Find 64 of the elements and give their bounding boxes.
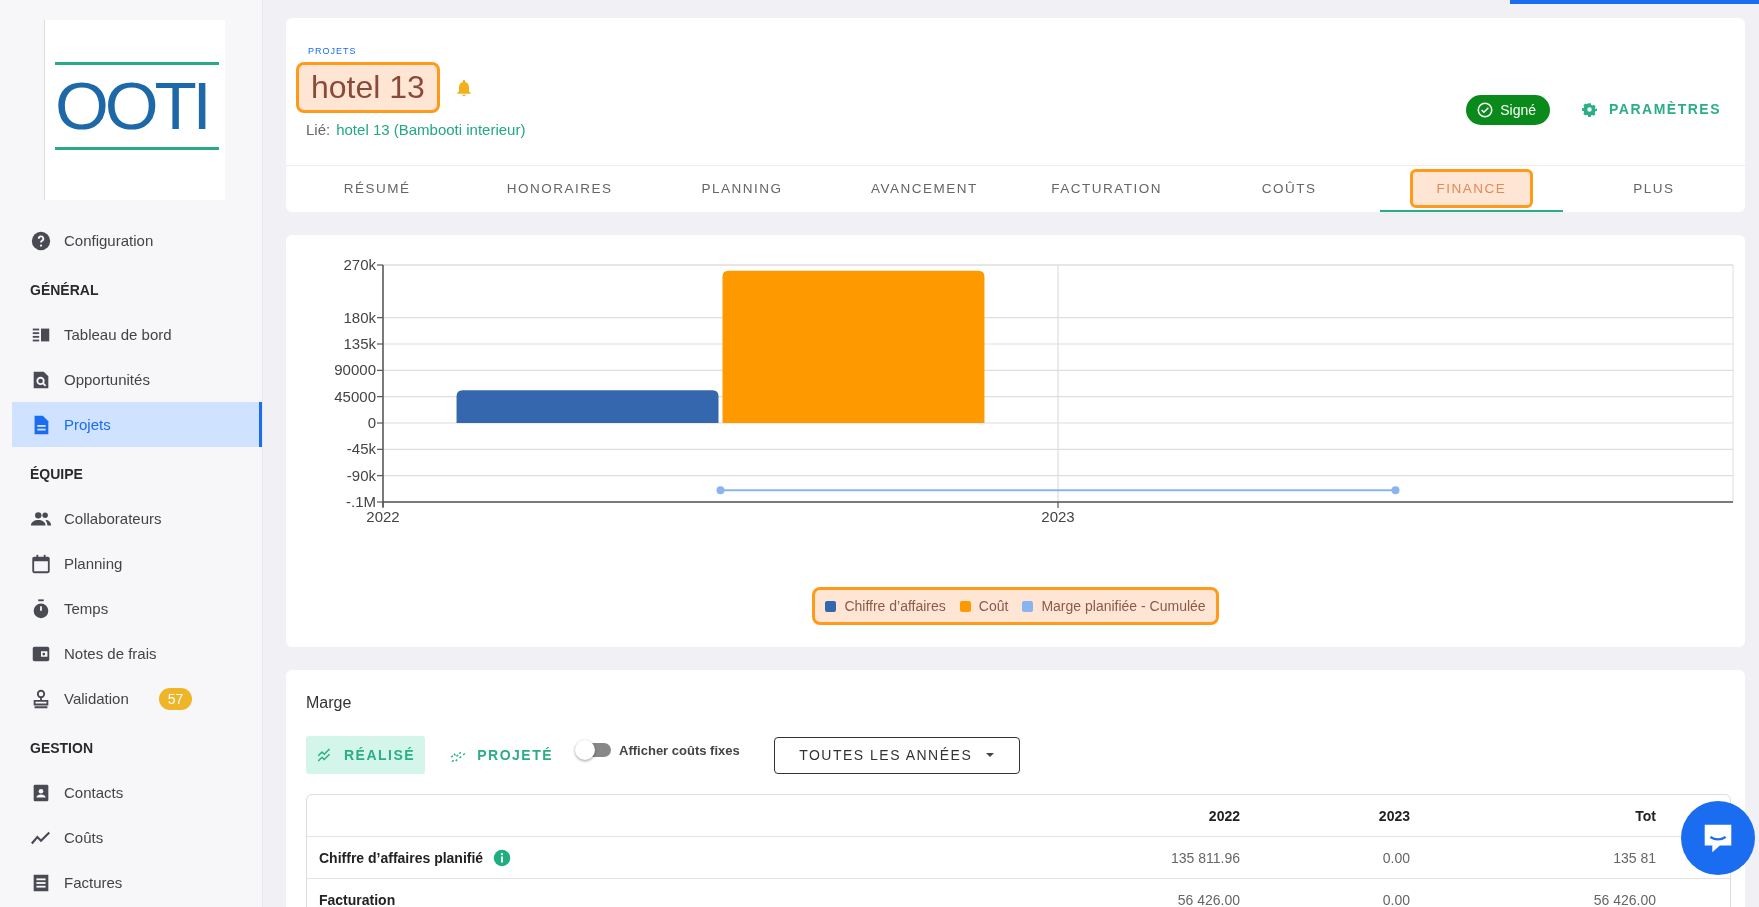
sidebar-item[interactable]: Notes de frais (12, 631, 262, 676)
y-tick-label: 90000 (333, 361, 376, 379)
sidebar-item[interactable]: Planning (12, 541, 262, 586)
section-heading: GESTION (29, 738, 94, 758)
tab[interactable]: PLUS (1562, 166, 1745, 212)
y-tick-label: -45k (346, 440, 376, 458)
year-dropdown[interactable]: TOUTES LES ANNÉES (773, 736, 1020, 774)
sidebar-item[interactable]: Validation 57 (12, 676, 262, 721)
sidebar-item[interactable]: Contacts (12, 770, 262, 815)
sidebar-item[interactable]: Opportunités (12, 357, 262, 402)
check-circle-icon (1476, 101, 1495, 119)
tab[interactable]: RÉSUMÉ (286, 166, 469, 212)
help-icon (30, 229, 52, 252)
y-tick-label: -.1M (345, 493, 376, 510)
logo: OOTI (44, 20, 225, 200)
project-title: hotel 13 (296, 62, 440, 113)
info-icon[interactable] (493, 848, 512, 867)
legend-label[interactable]: Chiffre d’affaires (844, 598, 946, 614)
tab[interactable]: PLANNING (650, 166, 834, 212)
tab[interactable]: FACTURATION (1015, 166, 1198, 212)
section-heading: ÉQUIPE (29, 464, 84, 484)
y-tick-label: 135k (342, 335, 376, 352)
gear-icon (1582, 101, 1598, 117)
y-tick-label: 180k (342, 308, 376, 326)
sidebar-item[interactable]: Collaborateurs (12, 496, 262, 541)
sidebar-item[interactable]: Factures (12, 860, 262, 905)
x-tick-label: 2023 (1040, 508, 1075, 525)
sidebar-item[interactable]: Tableau de bord (12, 312, 262, 357)
legend-label[interactable]: Marge planifiée - Cumulée (1041, 598, 1206, 614)
section-title: Marge (306, 694, 353, 712)
y-tick-label: -90k (346, 466, 376, 484)
sidebar-item[interactable]: Configuration (12, 218, 262, 263)
tab[interactable]: AVANCEMENT (833, 166, 1016, 212)
row-label: Chiffre d’affaires planifié (319, 849, 484, 866)
section-heading: GÉNÉRAL (29, 280, 100, 300)
column-header: 2023 (1377, 807, 1411, 824)
y-tick-label: 45000 (333, 387, 376, 405)
tab[interactable]: COÛTS (1197, 166, 1381, 212)
column-header: 2022 (1207, 807, 1241, 824)
caret-icon (986, 752, 995, 758)
table-cell-text: 0.00 (1381, 891, 1411, 907)
linked-project-link[interactable]: hotel 13 (Bambooti interieur) (336, 121, 526, 138)
calendar-icon (30, 552, 52, 575)
linked-label: Lié: (306, 121, 331, 138)
table-cell-text: 56 426.00 (1592, 891, 1657, 907)
table-cell-text: 135 81 (1612, 849, 1657, 866)
sidebar-item[interactable]: Coûts (12, 815, 262, 860)
table-cell-text: 0.00 (1381, 849, 1411, 866)
tab[interactable]: HONORAIRES (468, 166, 651, 212)
x-tick-label: 2022 (365, 508, 400, 525)
toggle-switch[interactable] (577, 743, 612, 757)
y-tick-label: 270k (342, 256, 376, 273)
legend-label[interactable]: Coût (978, 598, 1009, 614)
y-tick-label: 0 (367, 414, 376, 431)
count-badge: 57 (158, 687, 193, 710)
sidebar-item[interactable]: Temps (12, 586, 262, 631)
toggle-label: Afficher coûts fixes (619, 742, 740, 758)
column-header: Tot (1634, 807, 1657, 824)
table-cell-text: 56 426.00 (1176, 891, 1241, 907)
sidebar-item[interactable]: Projets (12, 402, 262, 447)
row-label: Facturation (319, 891, 396, 907)
table-cell-text: 135 811.96 (1169, 849, 1241, 866)
breadcrumb: PROJETS (308, 46, 357, 56)
status-badge: Signé (1466, 95, 1551, 125)
